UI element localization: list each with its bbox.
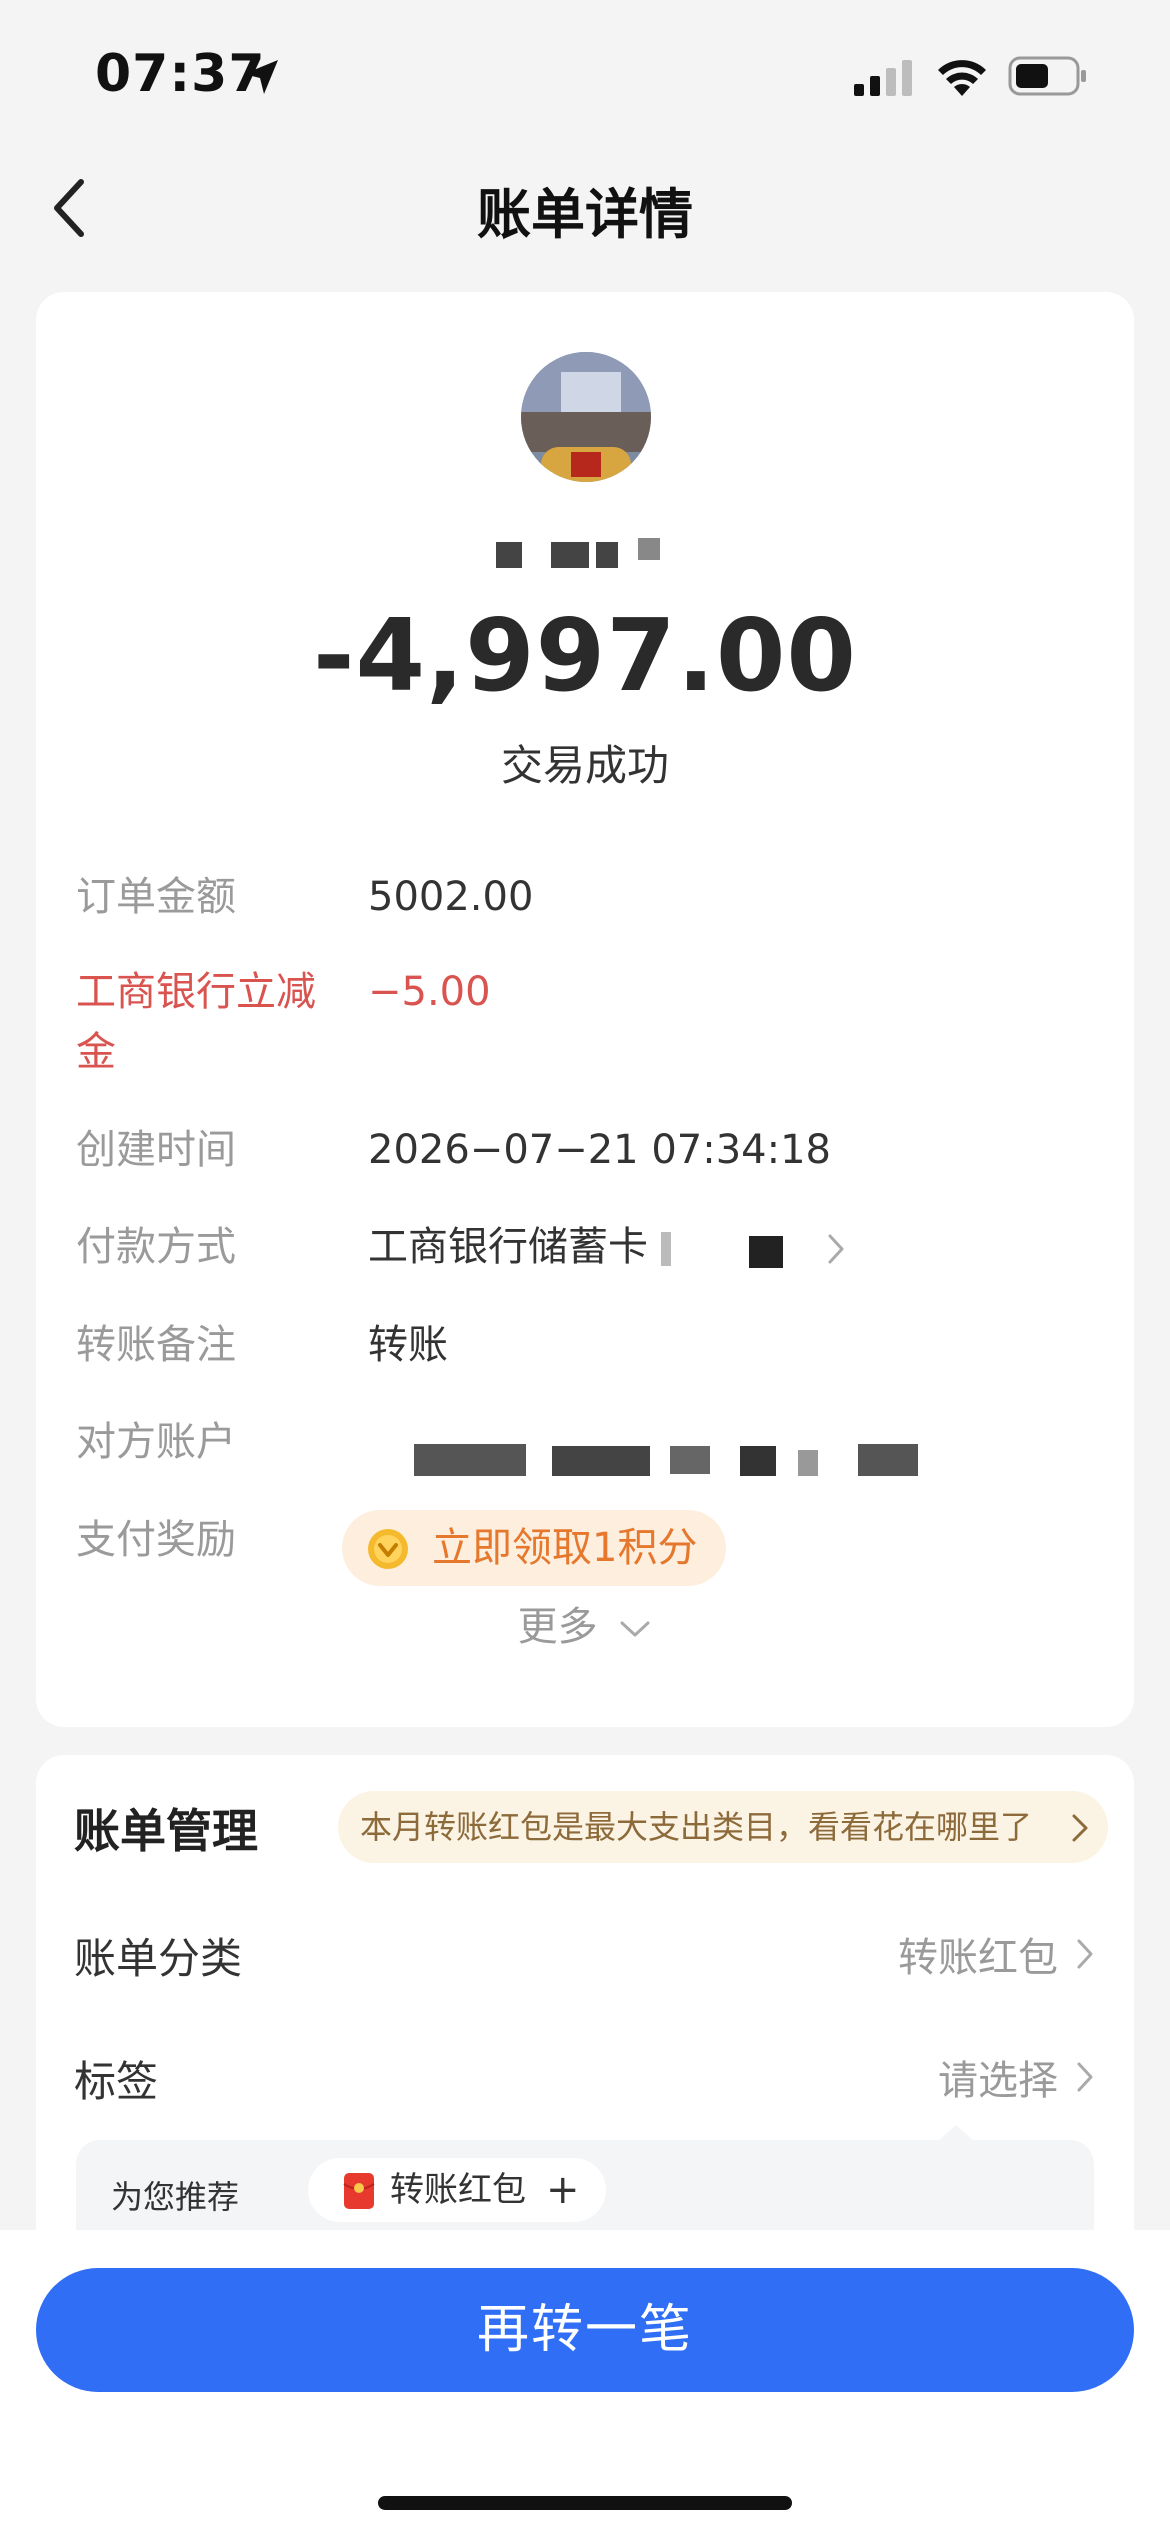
chevron-right-icon xyxy=(828,1234,844,1264)
payee-name-redacted xyxy=(456,532,756,572)
recommend-label: 为您推荐 xyxy=(111,2178,240,2216)
chevron-right-icon xyxy=(1077,1939,1093,1969)
spending-insight-banner[interactable]: 本月转账红包是最大支出类目，看看花在哪里了 xyxy=(338,1791,1108,1863)
created-time-value: 2026−07−21 07:34:18 xyxy=(368,1127,831,1173)
created-time-label: 创建时间 xyxy=(76,1127,236,1173)
avatar[interactable] xyxy=(521,352,651,482)
counterparty-account-redacted xyxy=(368,1427,928,1487)
payment-method-row[interactable]: 工商银行储蓄卡 xyxy=(368,1217,847,1277)
more-toggle[interactable]: 更多 xyxy=(36,1597,1134,1657)
page-title: 账单详情 xyxy=(477,183,693,246)
claim-points-label: 立即领取1积分 xyxy=(432,1525,698,1571)
home-indicator xyxy=(378,2496,792,2510)
chevron-right-icon xyxy=(1077,2062,1093,2092)
tag-selector[interactable]: 请选择 xyxy=(938,2048,1096,2106)
bill-category-value: 转账红包 xyxy=(898,1935,1058,1981)
bill-category-selector[interactable]: 转账红包 xyxy=(898,1925,1096,1983)
order-amount-label: 订单金额 xyxy=(76,874,236,920)
bill-category-label: 账单分类 xyxy=(74,1934,243,1983)
discount-label-line2: 金 xyxy=(76,1029,116,1075)
coin-icon xyxy=(368,1529,408,1569)
payment-method-label: 付款方式 xyxy=(76,1224,236,1270)
note-value: 转账 xyxy=(368,1322,448,1368)
transaction-amount: -4,997.00 xyxy=(313,597,857,714)
card-number-redacted xyxy=(660,1230,801,1268)
location-arrow-icon xyxy=(244,60,278,94)
note-label: 转账备注 xyxy=(76,1322,236,1368)
status-bar: 07:37 xyxy=(0,0,1170,150)
more-label: 更多 xyxy=(517,1604,598,1650)
tag-placeholder: 请选择 xyxy=(938,2058,1058,2104)
transaction-status: 交易成功 xyxy=(500,741,669,790)
counterparty-account-label: 对方账户 xyxy=(76,1419,236,1465)
recommended-tag-chip[interactable]: 转账红包 + xyxy=(308,2158,606,2222)
wifi-icon xyxy=(938,60,986,96)
spending-insight-text: 本月转账红包是最大支出类目，看看花在哪里了 xyxy=(360,1808,1033,1846)
red-packet-icon xyxy=(343,2173,375,2209)
transaction-card: -4,997.00 交易成功 订单金额 5002.00 工商银行立减 金 −5.… xyxy=(36,292,1134,1727)
reward-label: 支付奖励 xyxy=(76,1517,236,1563)
recommended-tag-label: 转账红包 xyxy=(390,2170,526,2210)
order-amount-value: 5002.00 xyxy=(368,874,534,920)
tag-label: 标签 xyxy=(74,2057,159,2106)
discount-label: 工商银行立减 金 xyxy=(76,962,356,1082)
discount-value: −5.00 xyxy=(368,969,491,1015)
transfer-again-button[interactable]: 再转一笔 xyxy=(36,2268,1134,2392)
chevron-right-icon xyxy=(1072,1814,1088,1842)
chevron-down-icon xyxy=(620,1621,650,1637)
claim-points-button[interactable]: 立即领取1积分 xyxy=(342,1510,726,1586)
battery-icon xyxy=(1008,56,1086,96)
bill-management-title: 账单管理 xyxy=(74,1804,258,1858)
discount-label-line1: 工商银行立减 xyxy=(76,969,316,1015)
add-tag-plus: + xyxy=(546,2167,580,2213)
cellular-signal-icon xyxy=(854,60,912,96)
payment-method-value: 工商银行储蓄卡 xyxy=(368,1224,648,1270)
